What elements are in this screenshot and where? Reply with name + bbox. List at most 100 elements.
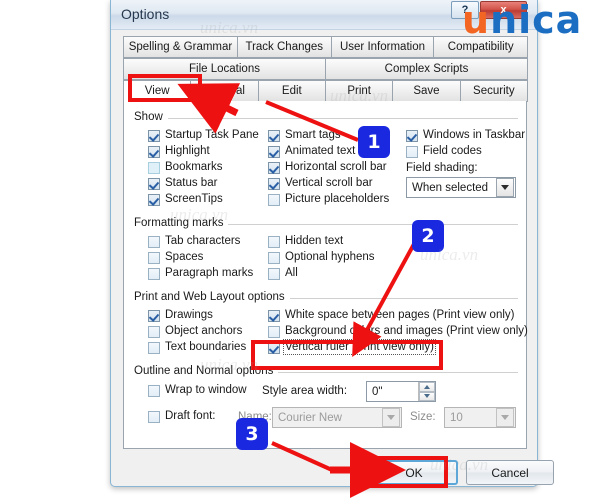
style-area-width-spinner[interactable]: 0": [366, 381, 436, 402]
checkbox-hidden-text[interactable]: Hidden text: [268, 235, 343, 248]
group-outline-normal: Outline and Normal options Wrap to windo…: [134, 365, 518, 428]
checkbox-all[interactable]: All: [268, 267, 298, 280]
checkbox-box[interactable]: [148, 385, 160, 397]
checkbox-vertical-ruler[interactable]: Vertical ruler (Print view only): [268, 339, 436, 355]
ok-button[interactable]: OK: [370, 460, 458, 485]
checkbox-spaces[interactable]: Spaces: [148, 251, 203, 264]
tab-row-2: File Locations Complex Scripts: [123, 58, 528, 80]
options-dialog: Options ? x Spelling & Grammar Track Cha…: [110, 0, 554, 487]
checkbox-box[interactable]: [148, 130, 160, 142]
checkbox-label: Status bar: [165, 177, 218, 189]
checkbox-box[interactable]: [268, 178, 280, 190]
group-formatting-marks-label: Formatting marks: [134, 217, 229, 229]
chevron-down-icon[interactable]: [382, 408, 400, 427]
tab-view[interactable]: View: [123, 80, 192, 102]
checkbox-label: Picture placeholders: [285, 193, 390, 205]
checkbox-label: Text boundaries: [165, 341, 247, 353]
draft-font-size-combobox[interactable]: 10: [444, 407, 516, 428]
checkbox-box[interactable]: [268, 252, 280, 264]
checkbox-paragraph-marks[interactable]: Paragraph marks: [148, 267, 253, 280]
checkbox-label: Field codes: [423, 145, 482, 157]
chevron-down-icon[interactable]: [496, 178, 514, 197]
draft-font-name-value: Courier New: [278, 411, 342, 424]
checkbox-horizontal-scroll-bar[interactable]: Horizontal scroll bar: [268, 161, 387, 174]
draft-font-name-combobox[interactable]: Courier New: [272, 407, 402, 428]
checkbox-startup-task-pane[interactable]: Startup Task Pane: [148, 129, 259, 142]
checkbox-box[interactable]: [148, 326, 160, 338]
checkbox-box[interactable]: [148, 268, 160, 280]
close-button[interactable]: x: [480, 1, 527, 19]
checkbox-status-bar[interactable]: Status bar: [148, 177, 217, 190]
checkbox-box[interactable]: [148, 342, 160, 354]
checkbox-animated-text[interactable]: Animated text: [268, 145, 355, 158]
checkbox-optional-hyphens[interactable]: Optional hyphens: [268, 251, 375, 264]
checkbox-box[interactable]: [148, 146, 160, 158]
checkbox-highlight[interactable]: Highlight: [148, 145, 210, 158]
checkbox-box[interactable]: [148, 252, 160, 264]
checkbox-box[interactable]: [268, 146, 280, 158]
checkbox-box[interactable]: [268, 326, 280, 338]
checkbox-bookmarks[interactable]: Bookmarks: [148, 161, 223, 174]
annotation-badge-2: 2: [412, 220, 444, 252]
checkbox-field-codes[interactable]: Field codes: [406, 145, 482, 158]
checkbox-box[interactable]: [268, 236, 280, 248]
draft-font-size-value: 10: [450, 411, 463, 424]
checkbox-picture-placeholders[interactable]: Picture placeholders: [268, 193, 389, 206]
checkbox-box[interactable]: [406, 146, 418, 158]
checkbox-box[interactable]: [268, 268, 280, 280]
checkbox-label: Windows in Taskbar: [423, 129, 526, 141]
field-shading-label: Field shading:: [406, 162, 478, 174]
tab-save[interactable]: Save: [392, 80, 461, 102]
checkbox-box[interactable]: [406, 130, 418, 142]
tab-general[interactable]: General: [190, 80, 259, 102]
tab-edit[interactable]: Edit: [257, 80, 326, 102]
checkbox-wrap-to-window[interactable]: Wrap to window: [148, 384, 247, 397]
checkbox-drawings[interactable]: Drawings: [148, 309, 213, 322]
tab-complex-scripts[interactable]: Complex Scripts: [325, 58, 528, 80]
checkbox-screentips[interactable]: ScreenTips: [148, 193, 223, 206]
tab-track-changes[interactable]: Track Changes: [236, 36, 332, 58]
checkbox-vertical-scroll-bar[interactable]: Vertical scroll bar: [268, 177, 373, 190]
annotation-badge-1: 1: [358, 126, 390, 158]
tab-file-locations[interactable]: File Locations: [123, 58, 326, 80]
tab-user-information[interactable]: User Information: [330, 36, 435, 58]
cancel-button[interactable]: Cancel: [466, 460, 554, 485]
tab-print[interactable]: Print: [324, 80, 394, 102]
checkbox-box[interactable]: [148, 162, 160, 174]
checkbox-windows-in-taskbar[interactable]: Windows in Taskbar: [406, 129, 525, 142]
checkbox-background-colors-and-images[interactable]: Background colors and images (Print view…: [268, 325, 528, 338]
checkbox-box[interactable]: [148, 310, 160, 322]
tab-spelling-grammar[interactable]: Spelling & Grammar: [123, 36, 238, 58]
checkbox-smart-tags[interactable]: Smart tags: [268, 129, 341, 142]
checkbox-box[interactable]: [148, 236, 160, 248]
tab-security[interactable]: Security: [459, 80, 528, 102]
checkbox-box[interactable]: [148, 194, 160, 206]
group-show: Show Startup Task Pane Highlight Bookmar…: [134, 111, 525, 211]
checkbox-label: Drawings: [165, 309, 213, 321]
chevron-down-icon[interactable]: [496, 408, 514, 427]
spinner-down-icon[interactable]: [419, 391, 435, 401]
checkbox-box[interactable]: [148, 411, 160, 423]
checkbox-box[interactable]: [268, 194, 280, 206]
checkbox-draft-font[interactable]: Draft font:: [148, 410, 216, 423]
checkbox-object-anchors[interactable]: Object anchors: [148, 325, 242, 338]
field-shading-combobox[interactable]: When selected: [406, 177, 516, 198]
checkbox-tab-characters[interactable]: Tab characters: [148, 235, 240, 248]
checkbox-label: ScreenTips: [165, 193, 223, 205]
checkbox-box[interactable]: [268, 162, 280, 174]
checkbox-text-boundaries[interactable]: Text boundaries: [148, 341, 246, 354]
tab-compatibility[interactable]: Compatibility: [433, 36, 529, 58]
spinner-up-icon[interactable]: [419, 382, 435, 392]
checkbox-box[interactable]: [268, 130, 280, 142]
spinner-buttons[interactable]: [418, 382, 435, 401]
style-area-width-value: 0": [372, 385, 383, 398]
tab-row-1: Spelling & Grammar Track Changes User In…: [123, 36, 529, 58]
checkbox-box[interactable]: [148, 178, 160, 190]
checkbox-label: Wrap to window: [165, 384, 247, 396]
checkbox-label: Smart tags: [285, 129, 341, 141]
checkbox-label: Paragraph marks: [165, 267, 254, 279]
checkbox-box[interactable]: [268, 310, 280, 322]
help-button[interactable]: ?: [451, 1, 479, 19]
checkbox-box[interactable]: [268, 342, 280, 354]
checkbox-white-space-between-pages[interactable]: White space between pages (Print view on…: [268, 309, 514, 322]
